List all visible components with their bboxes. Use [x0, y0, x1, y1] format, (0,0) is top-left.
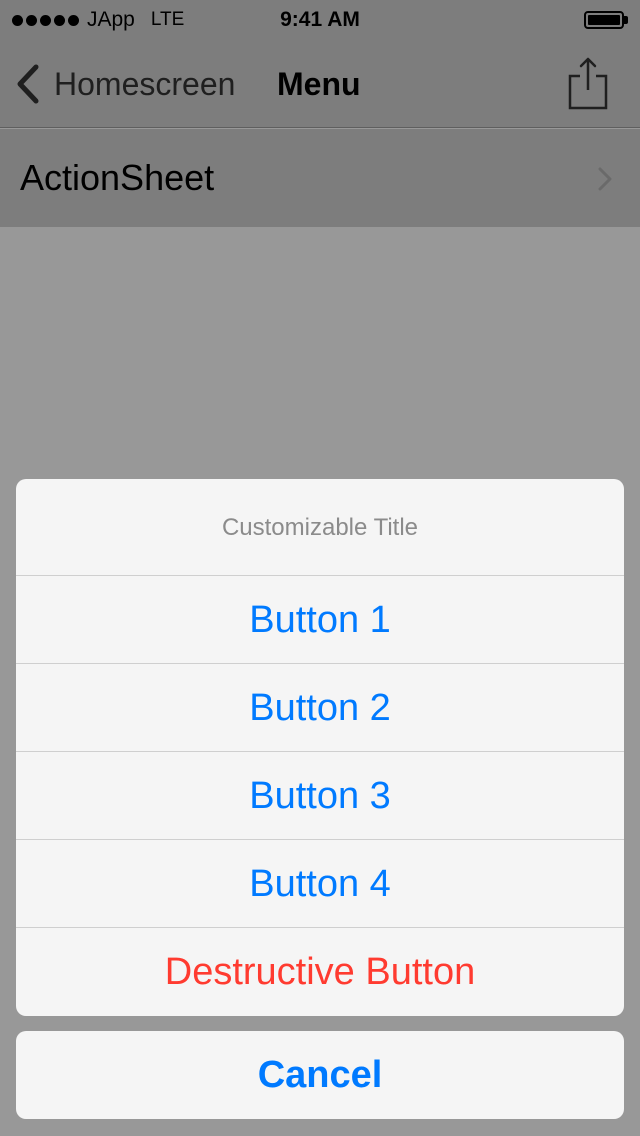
action-button-1[interactable]: Button 1 — [16, 576, 624, 664]
nav-title: Menu — [277, 66, 361, 102]
status-bar: JApp LTE 9:41 AM — [0, 0, 640, 40]
table-row-label: ActionSheet — [20, 157, 215, 198]
chevron-left-icon — [17, 64, 39, 104]
chevron-right-icon — [598, 167, 612, 191]
back-button[interactable]: Homescreen — [14, 40, 235, 128]
destructive-button[interactable]: Destructive Button — [16, 928, 624, 1016]
table-row-actionsheet[interactable]: ActionSheet — [0, 129, 640, 227]
action-button-2[interactable]: Button 2 — [16, 664, 624, 752]
action-button-3[interactable]: Button 3 — [16, 752, 624, 840]
navigation-bar: Homescreen Menu — [0, 40, 640, 128]
share-icon[interactable] — [566, 56, 610, 112]
screen: JApp LTE 9:41 AM Homescreen Menu ActionS… — [0, 0, 640, 1136]
action-sheet-title: Customizable Title — [16, 479, 624, 576]
cancel-button[interactable]: Cancel — [16, 1031, 624, 1119]
status-time: 9:41 AM — [280, 8, 360, 31]
action-button-4[interactable]: Button 4 — [16, 840, 624, 928]
action-sheet: Customizable Title Button 1 Button 2 But… — [16, 479, 624, 1016]
back-button-label: Homescreen — [54, 65, 236, 102]
battery-icon — [584, 11, 628, 29]
